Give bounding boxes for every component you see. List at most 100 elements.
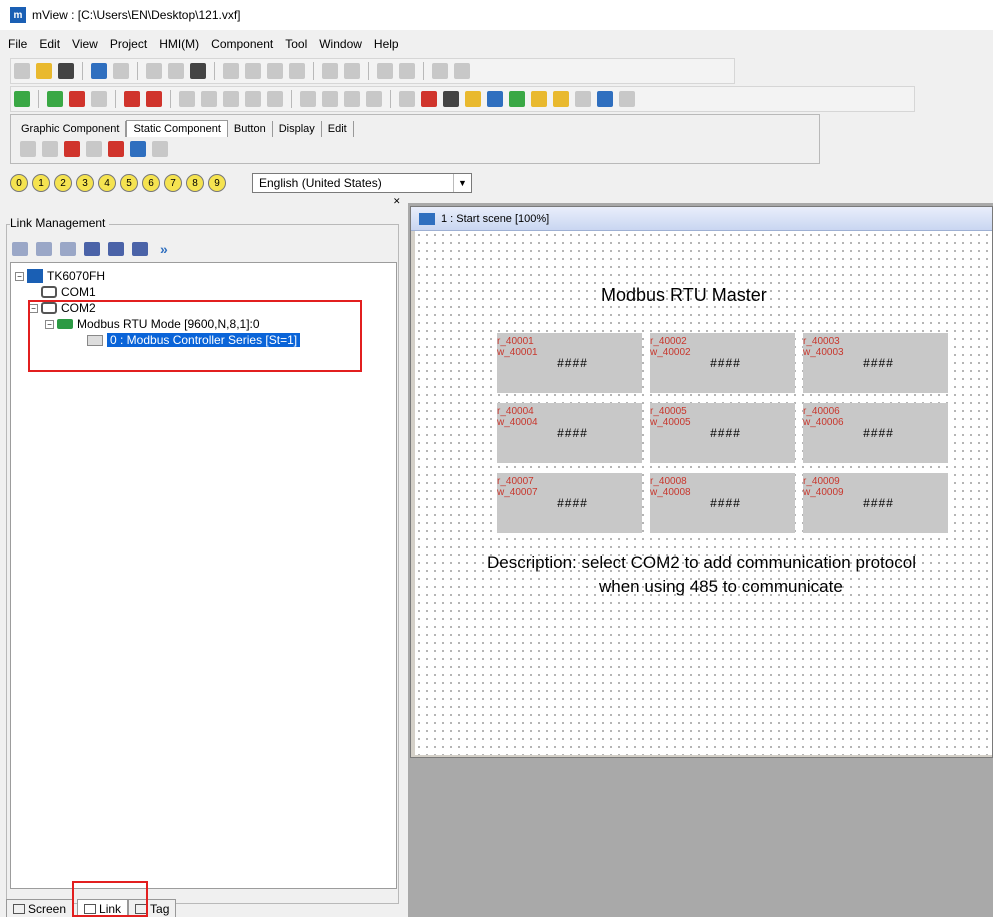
note-icon[interactable] <box>152 141 168 157</box>
size-icon[interactable] <box>399 63 415 79</box>
menu-tool[interactable]: Tool <box>285 37 307 51</box>
open-file-icon[interactable] <box>36 63 52 79</box>
tab-screen[interactable]: Screen <box>6 899 74 917</box>
data-icon[interactable] <box>531 91 547 107</box>
station-3-icon[interactable]: 3 <box>76 174 94 192</box>
upload-icon[interactable] <box>69 91 85 107</box>
zoom-out-icon[interactable] <box>267 91 283 107</box>
paste-icon[interactable] <box>190 63 206 79</box>
menu-help[interactable]: Help <box>374 37 399 51</box>
tab-static-component[interactable]: Static Component <box>126 120 228 137</box>
tab-display[interactable]: Display <box>273 121 322 137</box>
scale-icon[interactable] <box>86 141 102 157</box>
edit-device-icon[interactable] <box>108 242 124 256</box>
delete-device-icon[interactable] <box>132 242 148 256</box>
link-icon[interactable] <box>300 91 316 107</box>
expand-chevron-icon[interactable]: » <box>160 241 168 257</box>
tree-node-root[interactable]: − TK6070FH <box>15 268 105 284</box>
rectangle-icon[interactable] <box>64 141 80 157</box>
grid-icon[interactable] <box>267 63 283 79</box>
tab-edit[interactable]: Edit <box>322 121 354 137</box>
station-7-icon[interactable]: 7 <box>164 174 182 192</box>
station-5-icon[interactable]: 5 <box>120 174 138 192</box>
menu-view[interactable]: View <box>72 37 98 51</box>
station-1-icon[interactable]: 1 <box>32 174 50 192</box>
trend-icon[interactable] <box>509 91 525 107</box>
scene-title-bar[interactable]: 1 : Start scene [100%] <box>411 207 992 231</box>
menu-component[interactable]: Component <box>211 37 273 51</box>
close-panel-icon[interactable]: ✕ <box>393 196 401 207</box>
save-icon[interactable] <box>58 63 74 79</box>
numeric-input-40003[interactable]: r_40003 w_40003 #### <box>803 333 948 393</box>
station-0-icon[interactable]: 0 <box>10 174 28 192</box>
numeric-input-40009[interactable]: r_40009 w_40009 #### <box>803 473 948 533</box>
add-device-icon[interactable] <box>84 242 100 256</box>
language-select[interactable]: English (United States) ▼ <box>252 173 472 193</box>
print-icon[interactable] <box>575 91 591 107</box>
collapse-icon[interactable]: − <box>15 271 24 281</box>
text-tool-icon[interactable] <box>366 91 382 107</box>
cut-icon[interactable] <box>146 63 162 79</box>
station-2-icon[interactable]: 2 <box>54 174 72 192</box>
numeric-input-40005[interactable]: r_40005 w_40005 #### <box>650 403 795 463</box>
snap-icon[interactable] <box>201 91 217 107</box>
tab-button[interactable]: Button <box>228 121 273 137</box>
menu-project[interactable]: Project <box>110 37 147 51</box>
macro-icon[interactable] <box>465 91 481 107</box>
undo-icon[interactable] <box>91 63 107 79</box>
menu-hmi[interactable]: HMI(M) <box>159 37 199 51</box>
numeric-input-40007[interactable]: r_40007 w_40007 #### <box>497 473 642 533</box>
station-4-icon[interactable]: 4 <box>98 174 116 192</box>
station-9-icon[interactable]: 9 <box>208 174 226 192</box>
stop-icon[interactable] <box>91 91 107 107</box>
station-8-icon[interactable]: 8 <box>186 174 204 192</box>
group-icon[interactable] <box>322 63 338 79</box>
station-6-icon[interactable]: 6 <box>142 174 160 192</box>
tab-graphic-component[interactable]: Graphic Component <box>15 121 127 137</box>
device-icon[interactable] <box>322 91 338 107</box>
offline-sim-icon[interactable] <box>146 91 162 107</box>
copy-icon[interactable] <box>168 63 184 79</box>
font-icon[interactable] <box>432 63 448 79</box>
grid-toggle-icon[interactable] <box>223 91 239 107</box>
menu-edit[interactable]: Edit <box>39 37 60 51</box>
redo-icon[interactable] <box>113 63 129 79</box>
zoom-in-icon[interactable] <box>245 91 261 107</box>
numeric-input-40004[interactable]: r_40004 w_40004 #### <box>497 403 642 463</box>
tree-node-com1[interactable]: COM1 <box>41 284 96 300</box>
more-icon[interactable] <box>619 91 635 107</box>
description-line-1[interactable]: Description: select COM2 to add communic… <box>487 553 916 573</box>
compile-icon[interactable] <box>14 91 30 107</box>
user-icon[interactable] <box>553 91 569 107</box>
pen-icon[interactable] <box>344 91 360 107</box>
delete-link-icon[interactable] <box>60 242 76 256</box>
align-left-icon[interactable] <box>223 63 239 79</box>
add-link-icon[interactable] <box>12 242 28 256</box>
text-label-icon[interactable] <box>42 141 58 157</box>
alarm-icon[interactable] <box>421 91 437 107</box>
numeric-input-40008[interactable]: r_40008 w_40008 #### <box>650 473 795 533</box>
menu-window[interactable]: Window <box>319 37 362 51</box>
online-sim-icon[interactable] <box>124 91 140 107</box>
numeric-input-40002[interactable]: r_40002 w_40002 #### <box>650 333 795 393</box>
pointer-icon[interactable] <box>20 141 36 157</box>
picture-icon[interactable] <box>130 141 146 157</box>
scene-heading[interactable]: Modbus RTU Master <box>601 285 767 306</box>
recipe-icon[interactable] <box>399 91 415 107</box>
menu-file[interactable]: File <box>8 37 27 51</box>
edit-link-icon[interactable] <box>36 242 52 256</box>
format-icon[interactable] <box>454 63 470 79</box>
table-icon[interactable] <box>108 141 124 157</box>
numeric-input-40006[interactable]: r_40006 w_40006 #### <box>803 403 948 463</box>
key-icon[interactable] <box>443 91 459 107</box>
layer-icon[interactable] <box>289 63 305 79</box>
new-file-icon[interactable] <box>14 63 30 79</box>
scene-canvas[interactable]: Modbus RTU Master r_40001 w_40001 #### r… <box>415 231 992 755</box>
download-icon[interactable] <box>47 91 63 107</box>
description-line-2[interactable]: when using 485 to communicate <box>599 577 843 597</box>
align-top-icon[interactable] <box>245 63 261 79</box>
settings-icon[interactable] <box>597 91 613 107</box>
numeric-input-40001[interactable]: r_40001 w_40001 #### <box>497 333 642 393</box>
screen-icon[interactable] <box>179 91 195 107</box>
ungroup-icon[interactable] <box>344 63 360 79</box>
